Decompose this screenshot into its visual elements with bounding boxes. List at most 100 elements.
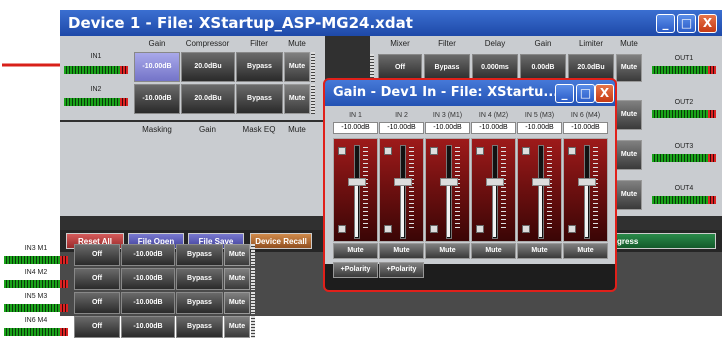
- gain-value-field[interactable]: -10.00dB: [333, 122, 378, 134]
- device-recall-button[interactable]: Device Recall: [250, 233, 312, 249]
- mic-mute-button[interactable]: Mute: [224, 316, 250, 338]
- gain-mute-button[interactable]: Mute: [517, 243, 562, 259]
- mute-button-out3[interactable]: Mute: [616, 140, 642, 170]
- gain-fader-knob[interactable]: [578, 177, 596, 186]
- output-label-out4: OUT4: [674, 185, 694, 192]
- close-button[interactable]: X: [698, 14, 717, 33]
- gain-fader[interactable]: [425, 138, 470, 242]
- gain-value-field[interactable]: -10.00dB: [563, 122, 608, 134]
- mic-mute-button[interactable]: Mute: [224, 292, 250, 314]
- gain-mute-button[interactable]: Mute: [379, 243, 424, 259]
- mini-meter-mic: [251, 268, 255, 290]
- device-title-bar[interactable]: Device 1 - File: XStartup_ASP-MG24.xdat …: [60, 10, 722, 36]
- masking-cell[interactable]: Off: [74, 292, 120, 314]
- mic-mute-button[interactable]: Mute: [224, 268, 250, 290]
- gain-channel-label: IN 4 (M2): [478, 112, 509, 119]
- output-label-out2: OUT2: [674, 99, 694, 106]
- col-header-out-gain: Gain: [534, 39, 552, 48]
- masking-cell[interactable]: Off: [74, 268, 120, 290]
- gain-value-field[interactable]: -10.00dB: [425, 122, 470, 134]
- minimize-button[interactable]: _: [656, 14, 675, 33]
- mic-gain-cell[interactable]: -10.00dB: [121, 268, 175, 290]
- level-meter-out1: [652, 66, 716, 74]
- gain-cell-in2[interactable]: -10.00dB: [134, 84, 180, 114]
- masking-cell[interactable]: Off: [74, 244, 120, 266]
- gain-channel-label: IN 2: [395, 112, 408, 119]
- col-header-gain: Gain: [148, 39, 166, 48]
- level-meter-in1: [64, 66, 128, 74]
- mini-meter-mic: [251, 316, 255, 338]
- mask-eq-cell[interactable]: Bypass: [176, 316, 223, 338]
- gain-maximize-button[interactable]: □: [576, 84, 595, 103]
- mini-meter-in1: [311, 52, 315, 82]
- gain-mute-button[interactable]: Mute: [471, 243, 516, 259]
- level-meter-mic: [4, 328, 68, 336]
- gain-window: Gain - Dev1 In - File: XStartu... _ □ X …: [323, 78, 617, 292]
- gain-fader[interactable]: [471, 138, 516, 242]
- col-header-mute: Mute: [288, 39, 306, 48]
- col-header-compressor: Compressor: [185, 39, 230, 48]
- gain-fader-knob[interactable]: [486, 177, 504, 186]
- gain-fader-knob[interactable]: [440, 177, 458, 186]
- polarity-button[interactable]: +Polarity: [379, 262, 424, 278]
- gain-fader-knob[interactable]: [348, 177, 366, 186]
- gain-fader[interactable]: [333, 138, 378, 242]
- gain-window-title: Gain - Dev1 In - File: XStartu...: [333, 85, 559, 100]
- gain-fader[interactable]: [379, 138, 424, 242]
- gain-fader-knob[interactable]: [394, 177, 412, 186]
- col-header-out-mute: Mute: [620, 39, 638, 48]
- polarity-button[interactable]: +Polarity: [333, 262, 378, 278]
- filter-cell-in2[interactable]: Bypass: [236, 84, 283, 114]
- device-window-title: Device 1 - File: XStartup_ASP-MG24.xdat: [68, 14, 413, 32]
- mute-button-in2[interactable]: Mute: [284, 84, 310, 114]
- channel-label-mic: IN3 M1: [24, 245, 48, 252]
- col-header-mask-eq: Mask EQ: [242, 125, 276, 134]
- compressor-cell-in2[interactable]: 20.0dBu: [181, 84, 235, 114]
- compressor-cell-in1[interactable]: 20.0dBu: [181, 52, 235, 82]
- gain-channel-label: IN 3 (M1): [432, 112, 463, 119]
- gain-minimize-button[interactable]: _: [555, 84, 574, 103]
- gain-value-field[interactable]: -10.00dB: [379, 122, 424, 134]
- level-meter-mic: [4, 304, 68, 312]
- gain-mute-button[interactable]: Mute: [563, 243, 608, 259]
- mic-gain-cell[interactable]: -10.00dB: [121, 292, 175, 314]
- channel-label-mic: IN4 M2: [24, 269, 48, 276]
- gain-close-button[interactable]: X: [595, 84, 614, 103]
- col-header-mic-mute: Mute: [288, 125, 306, 134]
- gain-cell-in1[interactable]: -10.00dB: [134, 52, 180, 82]
- mute-button-out2[interactable]: Mute: [616, 100, 642, 130]
- level-meter-out4: [652, 196, 716, 204]
- gain-mute-button[interactable]: Mute: [333, 243, 378, 259]
- mini-meter-in2: [311, 84, 315, 114]
- mute-button-in1[interactable]: Mute: [284, 52, 310, 82]
- mask-eq-cell[interactable]: Bypass: [176, 244, 223, 266]
- gain-value-field[interactable]: -10.00dB: [471, 122, 516, 134]
- col-header-delay: Delay: [484, 39, 506, 48]
- mask-eq-cell[interactable]: Bypass: [176, 292, 223, 314]
- level-meter-out2: [652, 110, 716, 118]
- gain-fader[interactable]: [517, 138, 562, 242]
- mute-button-out4[interactable]: Mute: [616, 180, 642, 210]
- gain-channel-label: IN 6 (M4): [570, 112, 601, 119]
- mini-meter-mic: [251, 244, 255, 266]
- mic-gain-cell[interactable]: -10.00dB: [121, 244, 175, 266]
- col-header-out-filter: Filter: [438, 39, 456, 48]
- progress-bar: gress: [608, 233, 716, 249]
- maximize-button[interactable]: □: [677, 14, 696, 33]
- filter-cell-in1[interactable]: Bypass: [236, 52, 283, 82]
- gain-mute-button[interactable]: Mute: [425, 243, 470, 259]
- gain-title-bar[interactable]: Gain - Dev1 In - File: XStartu... _ □ X: [325, 80, 615, 106]
- gain-channel-label: IN 5 (M3): [524, 112, 555, 119]
- channel-label-in1: IN1: [90, 53, 102, 60]
- mic-gain-cell[interactable]: -10.00dB: [121, 316, 175, 338]
- gain-channel-label: IN 1: [349, 112, 362, 119]
- mic-mute-button[interactable]: Mute: [224, 244, 250, 266]
- gain-value-field[interactable]: -10.00dB: [517, 122, 562, 134]
- mute-button-out1[interactable]: Mute: [616, 54, 642, 82]
- channel-label-in2: IN2: [90, 86, 102, 93]
- mask-eq-cell[interactable]: Bypass: [176, 268, 223, 290]
- masking-cell[interactable]: Off: [74, 316, 120, 338]
- gain-fader-knob[interactable]: [532, 177, 550, 186]
- gain-fader[interactable]: [563, 138, 608, 242]
- section-divider: [60, 120, 325, 122]
